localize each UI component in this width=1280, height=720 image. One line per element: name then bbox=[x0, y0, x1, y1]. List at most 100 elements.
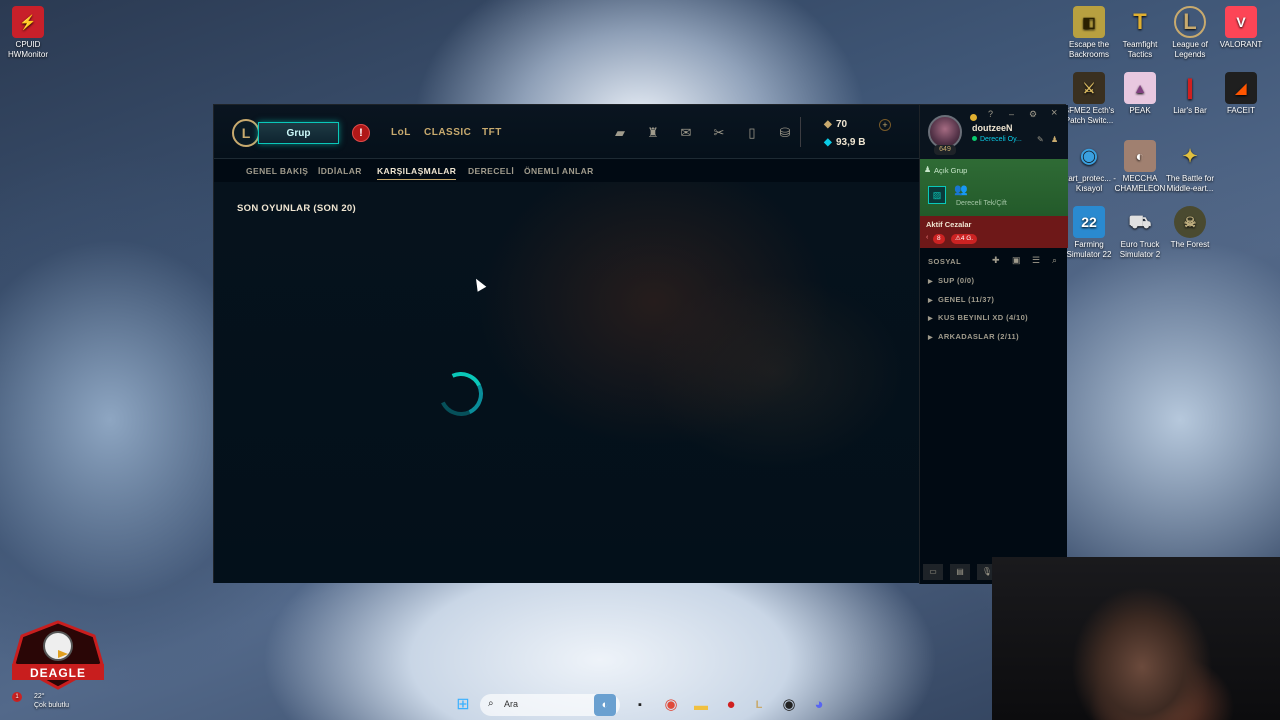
missions-icon[interactable]: ✂ bbox=[709, 123, 729, 143]
store-icon[interactable]: ⛁ bbox=[775, 123, 795, 143]
penalty-count-badge: 8 bbox=[933, 234, 945, 244]
desktop-icon-farming-sim[interactable]: 22 Farming Simulator 22 bbox=[1061, 206, 1117, 260]
desktop-icon-the-forest[interactable]: ☠ The Forest bbox=[1162, 206, 1218, 250]
desktop-icon-start-protect[interactable]: ◉ start_protec... - Kısayol bbox=[1061, 140, 1117, 194]
friend-group-genel[interactable]: ▶ GENEL (11/37) bbox=[928, 295, 994, 304]
lol-client-window: L Grup ! LoL CLASSIC TFT ▰ ♜ ✉ ✂ ▯ ⛁ ◆ 70… bbox=[213, 104, 1068, 584]
discord-icon[interactable]: ◕ bbox=[808, 694, 830, 716]
party-icon: ♟ bbox=[924, 165, 932, 174]
desktop-icon-label: CPUID HWMonitor bbox=[7, 40, 48, 59]
tab-challenges[interactable]: İDDİALAR bbox=[318, 166, 362, 176]
desktop-icon-liars-bar[interactable]: ❙ Liar's Bar bbox=[1162, 72, 1218, 116]
lol-logo-icon[interactable]: L bbox=[232, 119, 260, 147]
help-button[interactable]: ? bbox=[988, 109, 993, 119]
taskbar: 1 22° Çok bulutlu ⊞ ⌕ Ara ◐ ▪ ◉ ▬ ● L ◉ … bbox=[0, 690, 1280, 720]
friend-group-arkadaslar[interactable]: ▶ ARKADASLAR (2/11) bbox=[928, 332, 1019, 341]
weather-text: Çok bulutlu bbox=[34, 702, 70, 709]
group-label: ARKADASLAR (2/11) bbox=[938, 332, 1019, 341]
penalty-title: Aktif Cezalar bbox=[926, 220, 972, 229]
desktop-icon-meccha[interactable]: ◐ MECCHA CHAMELEON bbox=[1112, 140, 1168, 194]
desktop-icon-faceit[interactable]: ◢ FACEIT bbox=[1213, 72, 1269, 116]
group-label: GENEL (11/37) bbox=[938, 295, 995, 304]
tab-match-history[interactable]: KARŞILAŞMALAR bbox=[377, 166, 457, 180]
inventory-icon[interactable]: ▯ bbox=[742, 123, 762, 143]
start-protect-icon: ◉ bbox=[1080, 145, 1098, 167]
tab-highlights[interactable]: ÖNEMLİ ANLAR bbox=[524, 166, 594, 176]
list-view-icon[interactable]: ☰ bbox=[1032, 255, 1040, 266]
profile-header[interactable]: 649 doutzeeN Dereceli Oy... ? – ⚙ × ✎ ♟ bbox=[920, 105, 1068, 159]
tab-overview[interactable]: GENEL BAKIŞ bbox=[246, 166, 308, 176]
tab-ranked[interactable]: DERECELİ bbox=[468, 166, 514, 176]
liars-bar-icon: ❙ bbox=[1181, 77, 1199, 99]
escape-backrooms-icon: ◧ bbox=[1073, 6, 1105, 38]
penalty-panel[interactable]: Aktif Cezalar ‹ 8 ⚠4 G. bbox=[920, 216, 1068, 248]
desktop-icon-label: The Forest bbox=[1170, 240, 1210, 249]
friend-group-kus-beyinli[interactable]: ▶ KUS BEYINLI XD (4/10) bbox=[928, 313, 1028, 322]
close-button[interactable]: × bbox=[1051, 107, 1057, 119]
tft-nav-icon[interactable]: ♜ bbox=[643, 123, 663, 143]
clash-icon[interactable]: ▤ bbox=[950, 564, 970, 580]
section-title: SON OYUNLAR (SON 20) bbox=[237, 203, 356, 214]
play-button[interactable]: Grup bbox=[258, 122, 339, 144]
chat-icon[interactable]: ▭ bbox=[923, 564, 943, 580]
blue-essence[interactable]: ◆ 93,9 B bbox=[824, 137, 865, 148]
chrome-icon[interactable]: ◉ bbox=[660, 694, 682, 716]
windows-start-icon[interactable]: ⊞ bbox=[452, 694, 474, 716]
desktop-icon-label: The Battle for Middle-eart... bbox=[1165, 174, 1215, 193]
chat-toggle-icon[interactable]: ✎ bbox=[1037, 135, 1044, 144]
profile-subnav: GENEL BAKIŞ İDDİALAR KARŞILAŞMALAR DEREC… bbox=[214, 160, 919, 182]
desktop-icon-euro-truck[interactable]: ⛟ Euro Truck Simulator 2 bbox=[1112, 206, 1168, 260]
avatar[interactable] bbox=[928, 115, 962, 149]
lol-taskbar-icon[interactable]: L bbox=[748, 694, 770, 716]
widgets-icon[interactable]: ◐ bbox=[594, 694, 616, 716]
friend-request-icon[interactable]: ♟ bbox=[1051, 135, 1058, 144]
collection-icon[interactable]: ▰ bbox=[610, 123, 630, 143]
desktop-icon-label: Escape the Backrooms bbox=[1068, 40, 1110, 59]
hwmonitor-icon: ⚡ bbox=[12, 6, 44, 38]
lol-icon: L bbox=[1174, 6, 1206, 38]
app-red-icon[interactable]: ● bbox=[720, 694, 742, 716]
settings-button[interactable]: ⚙ bbox=[1029, 109, 1037, 120]
rp-value: 70 bbox=[836, 119, 848, 130]
party-label: Açık Grup bbox=[934, 166, 968, 175]
desktop-icon-valorant[interactable]: V VALORANT bbox=[1213, 6, 1269, 50]
desktop-icon-peak[interactable]: ▲ PEAK bbox=[1112, 72, 1168, 116]
riot-points[interactable]: ◆ 70 bbox=[824, 119, 847, 130]
farming-simulator-icon: 22 bbox=[1073, 206, 1105, 238]
add-folder-icon[interactable]: ▣ bbox=[1012, 255, 1021, 266]
desktop-icon-label: MECCHA CHAMELEON bbox=[1114, 174, 1166, 193]
chevron-right-icon: ▶ bbox=[928, 335, 934, 341]
tab-lol[interactable]: LoL bbox=[391, 127, 411, 138]
add-friend-icon[interactable]: ✚ bbox=[992, 255, 1000, 266]
search-placeholder: Ara bbox=[504, 699, 519, 709]
file-explorer-icon[interactable]: ▬ bbox=[690, 694, 712, 716]
buy-rp-button[interactable]: + bbox=[879, 119, 891, 131]
party-members-icon: 👥 bbox=[954, 184, 968, 196]
desktop-icon-tft[interactable]: T Teamfight Tactics bbox=[1112, 6, 1168, 60]
deagle-logo: DEAGLE bbox=[6, 620, 110, 690]
desktop-icon-lol[interactable]: L League of Legends bbox=[1162, 6, 1218, 60]
steam-icon[interactable]: ◉ bbox=[778, 694, 800, 716]
weather-badge: 1 bbox=[12, 692, 22, 702]
be-value: 93,9 B bbox=[836, 137, 866, 148]
desktop-icon-hwmonitor[interactable]: ⚡ CPUID HWMonitor bbox=[0, 6, 56, 60]
tab-classic[interactable]: CLASSIC bbox=[424, 127, 471, 138]
desktop-icon-label: start_protec... - Kısayol bbox=[1062, 174, 1116, 193]
party-panel[interactable]: ♟ Açık Grup ▨ 👥 Dereceli Tek/Çift bbox=[920, 159, 1068, 216]
weather-widget[interactable]: 1 22° Çok bulutlu bbox=[12, 692, 69, 710]
level-badge: 649 bbox=[934, 145, 956, 155]
tab-tft[interactable]: TFT bbox=[482, 127, 502, 138]
alert-icon[interactable]: ! bbox=[352, 124, 370, 142]
tft-icon: T bbox=[1133, 9, 1147, 34]
search-icon[interactable]: ⌕ bbox=[1052, 255, 1057, 266]
rp-icon: ◆ bbox=[824, 119, 832, 130]
friend-group-sup[interactable]: ▶ SUP (0/0) bbox=[928, 276, 974, 285]
task-view-icon[interactable]: ▪ bbox=[629, 694, 651, 716]
minimize-button[interactable]: – bbox=[1009, 109, 1014, 119]
desktop-icon-escape-backrooms[interactable]: ◧ Escape the Backrooms bbox=[1061, 6, 1117, 60]
euro-truck-icon: ⛟ bbox=[1128, 212, 1152, 232]
desktop-icon-battle-middle-earth[interactable]: ✦ The Battle for Middle-eart... bbox=[1162, 140, 1218, 194]
loot-icon[interactable]: ✉ bbox=[676, 123, 696, 143]
desktop-icon-bfme2[interactable]: ⚔ BFME2 Ecth's Patch Switc... bbox=[1061, 72, 1117, 126]
status-text: Dereceli Oy... bbox=[972, 136, 1022, 143]
